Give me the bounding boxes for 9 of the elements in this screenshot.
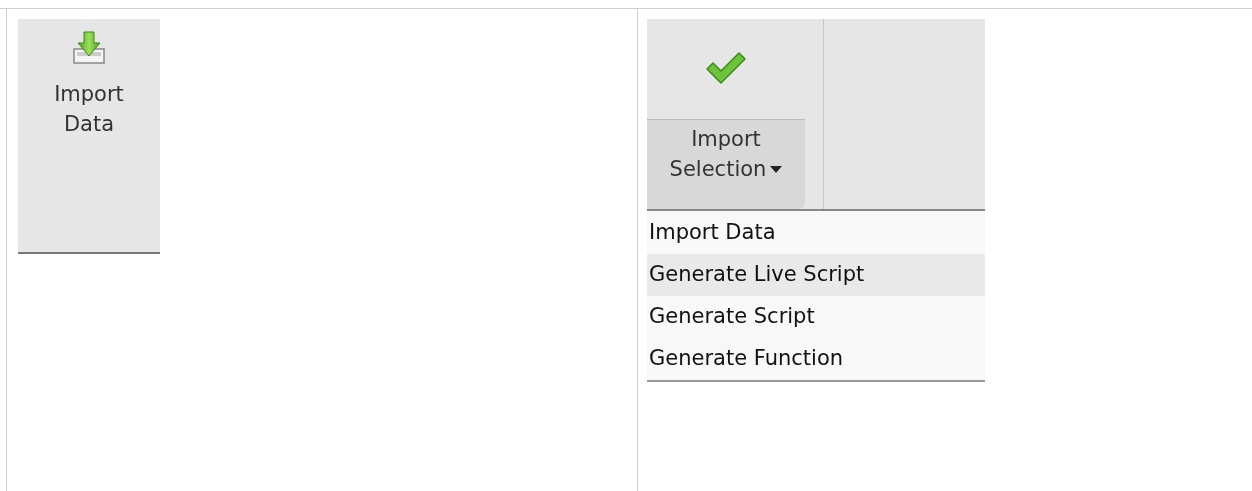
menu-item[interactable]: Generate Script: [647, 296, 985, 338]
menu-item[interactable]: Generate Function: [647, 338, 985, 380]
import-arrow-icon: [72, 31, 106, 65]
import-selection-button[interactable]: Import Selection: [647, 19, 805, 209]
checkmark-icon: [705, 51, 747, 87]
import-data-button[interactable]: Import Data: [18, 19, 160, 254]
menu-item[interactable]: Generate Live Script: [647, 254, 985, 296]
caret-icon: [770, 165, 783, 173]
menu-item[interactable]: Import Data: [647, 212, 985, 254]
